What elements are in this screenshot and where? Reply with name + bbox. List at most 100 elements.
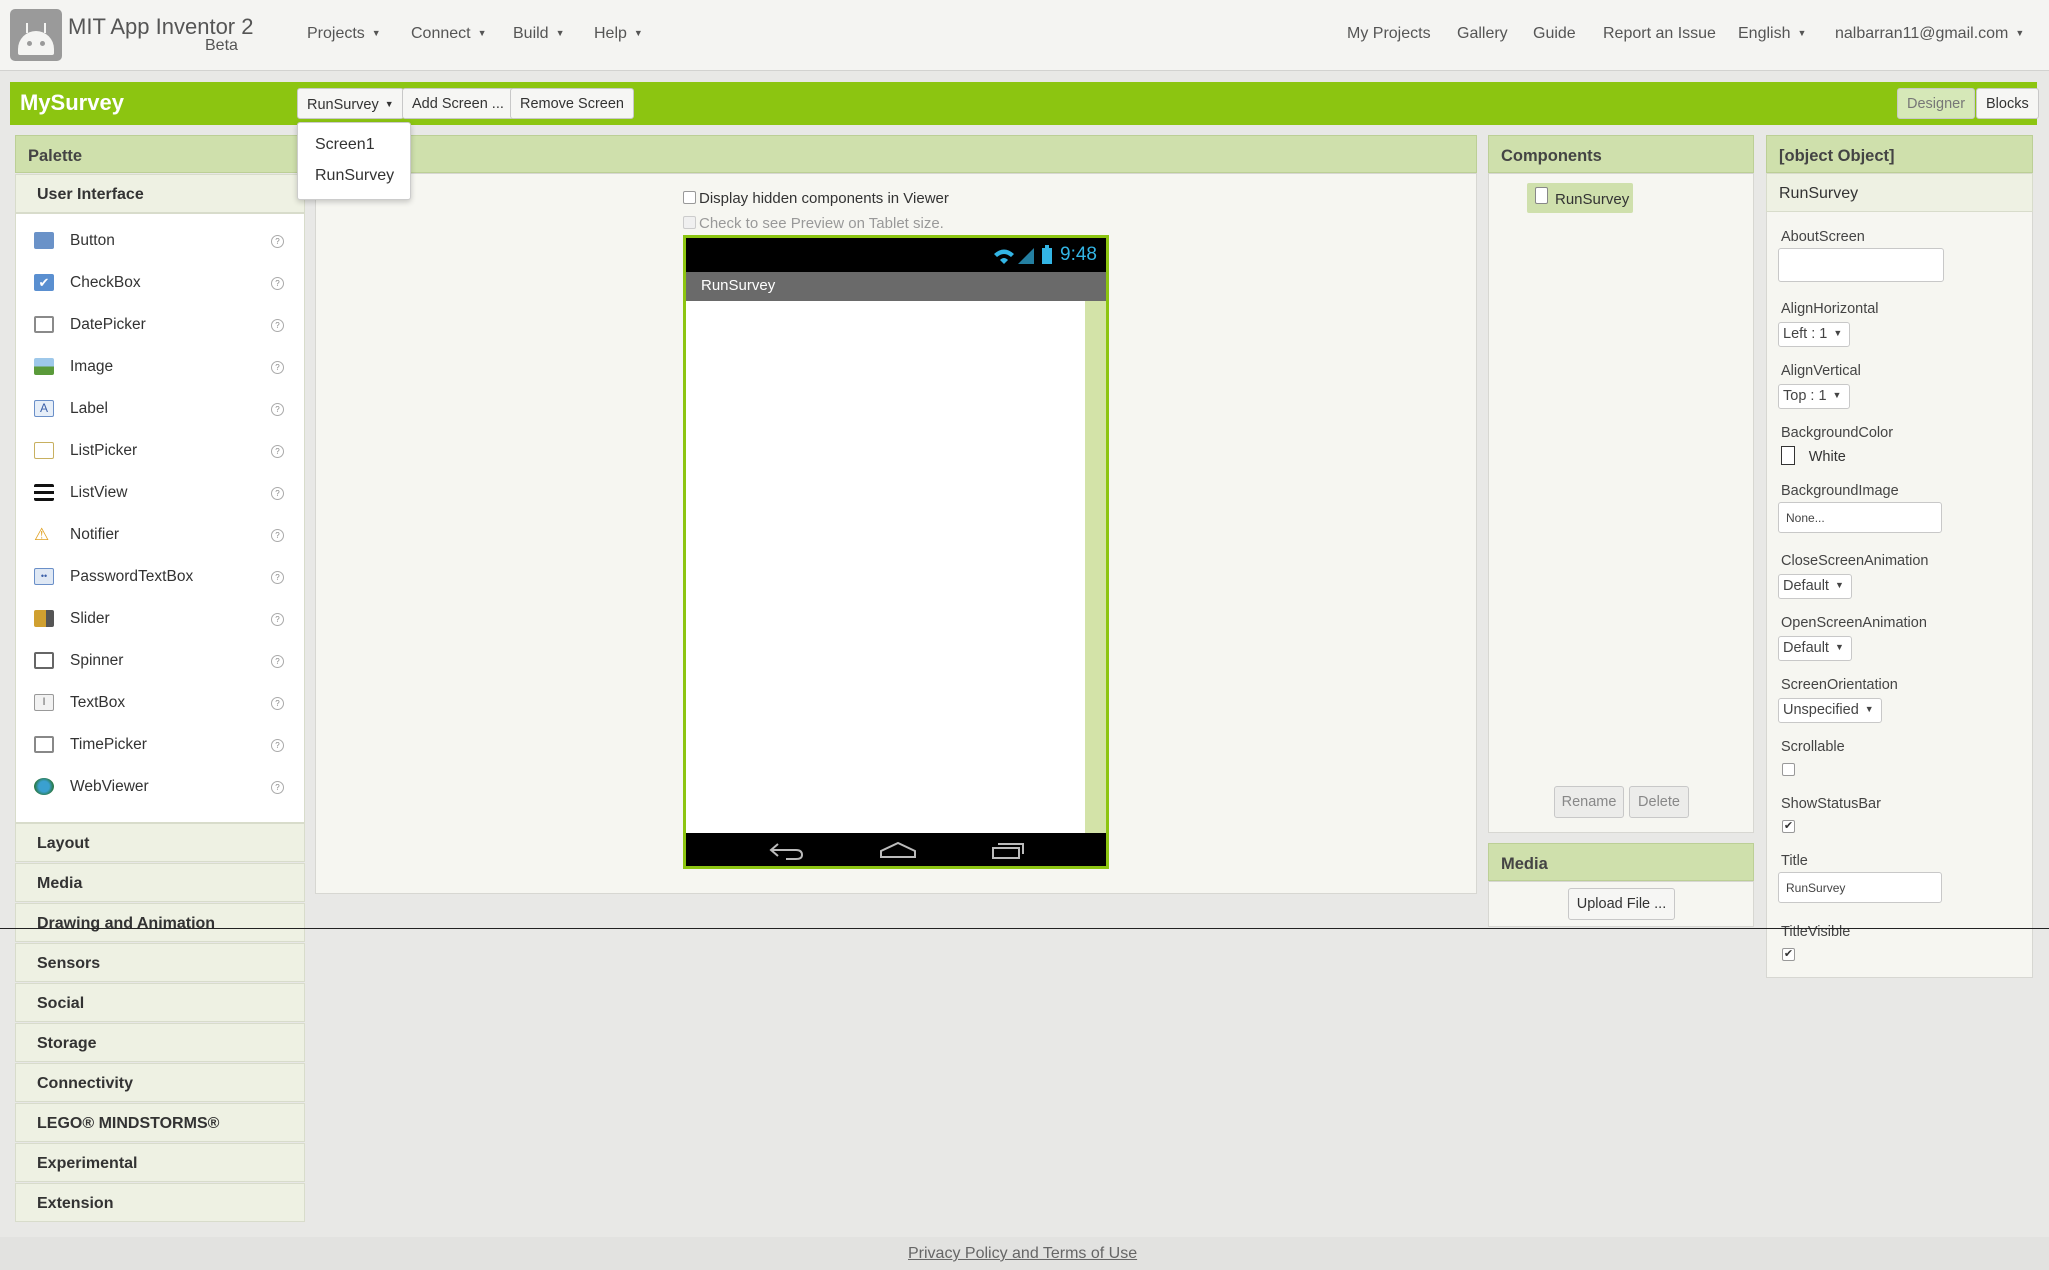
palette-item-passwordtextbox[interactable]: •• PasswordTextBox? — [16, 555, 302, 597]
menu-help[interactable]: Help ▼ — [594, 25, 643, 43]
help-icon[interactable]: ? — [271, 319, 284, 332]
palette-item-timepicker[interactable]: TimePicker? — [16, 723, 302, 765]
help-icon[interactable]: ? — [271, 361, 284, 374]
help-icon[interactable]: ? — [271, 277, 284, 290]
caret-down-icon: ▼ — [371, 28, 381, 38]
nav-my-projects[interactable]: My Projects — [1347, 25, 1431, 43]
openscreenanimation-select[interactable]: Default ▼ — [1778, 636, 1852, 661]
viewer-header — [315, 135, 1477, 173]
tablet-preview-checkbox[interactable] — [683, 216, 696, 229]
hidden-components-checkbox[interactable] — [683, 191, 696, 204]
privacy-policy-link[interactable]: Privacy Policy and Terms of Use — [908, 1245, 1137, 1263]
category-user-interface[interactable]: User Interface — [15, 174, 305, 213]
category-experimental[interactable]: Experimental — [15, 1143, 305, 1182]
help-icon[interactable]: ? — [271, 529, 284, 542]
help-icon[interactable]: ? — [271, 445, 284, 458]
palette-item-slider[interactable]: Slider? — [16, 597, 302, 639]
remove-screen-button[interactable]: Remove Screen — [510, 88, 634, 119]
caret-down-icon: ▼ — [1864, 704, 1874, 714]
help-icon[interactable]: ? — [271, 613, 284, 626]
palette-item-datepicker[interactable]: DatePicker? — [16, 303, 302, 345]
help-icon[interactable]: ? — [271, 655, 284, 668]
palette-item-notifier[interactable]: ⚠ Notifier? — [16, 513, 302, 555]
nav-gallery[interactable]: Gallery — [1457, 25, 1508, 43]
alignvertical-select[interactable]: Top : 1 ▼ — [1778, 384, 1850, 409]
palette-item-listview[interactable]: ListView? — [16, 471, 302, 513]
aboutscreen-textarea[interactable] — [1778, 248, 1944, 282]
help-icon[interactable]: ? — [271, 571, 284, 584]
delete-button[interactable]: Delete — [1629, 786, 1689, 818]
menu-build[interactable]: Build ▼ — [513, 25, 565, 43]
phone-scrollbar — [1085, 301, 1106, 833]
account-menu[interactable]: nalbarran11@gmail.com ▼ — [1835, 25, 2024, 43]
screenorientation-select[interactable]: Unspecified ▼ — [1778, 698, 1882, 723]
component-tree-item-runsurvey[interactable]: RunSurvey — [1527, 183, 1633, 213]
closescreenanimation-select[interactable]: Default ▼ — [1778, 574, 1852, 599]
prop-scrollable-label: Scrollable — [1781, 739, 1845, 755]
upload-file-button[interactable]: Upload File ... — [1568, 888, 1675, 920]
palette-item-image[interactable]: Image? — [16, 345, 302, 387]
showstatusbar-checkbox[interactable]: ✔ — [1782, 820, 1795, 833]
titlevisible-checkbox[interactable]: ✔ — [1782, 948, 1795, 961]
category-extension[interactable]: Extension — [15, 1183, 305, 1222]
designer-button[interactable]: Designer — [1897, 88, 1976, 119]
backgroundimage-picker[interactable]: None... — [1778, 502, 1942, 533]
app-inventor-logo-icon[interactable] — [10, 9, 62, 61]
caret-down-icon: ▼ — [1832, 390, 1842, 400]
project-name: MySurvey — [20, 90, 124, 115]
wifi-signal-icon — [994, 248, 1034, 264]
help-icon[interactable]: ? — [271, 487, 284, 500]
components-panel — [1488, 173, 1754, 833]
palette-item-label[interactable]: A Label? — [16, 387, 302, 429]
help-icon[interactable]: ? — [271, 781, 284, 794]
caret-down-icon: ▼ — [633, 28, 643, 38]
label-icon: A — [34, 400, 54, 417]
prop-aboutscreen-label: AboutScreen — [1781, 229, 1865, 245]
help-icon[interactable]: ? — [271, 739, 284, 752]
project-toolbar: MySurvey RunSurvey ▼ Add Screen ... Remov… — [10, 82, 2039, 125]
nav-guide[interactable]: Guide — [1533, 25, 1576, 43]
help-icon[interactable]: ? — [271, 235, 284, 248]
back-icon — [769, 843, 804, 860]
datepicker-icon — [34, 316, 54, 333]
help-icon[interactable]: ? — [271, 403, 284, 416]
nav-report-issue[interactable]: Report an Issue — [1603, 25, 1716, 43]
add-screen-button[interactable]: Add Screen ... — [402, 88, 514, 119]
palette-item-label: Slider — [70, 610, 110, 627]
palette-item-spinner[interactable]: Spinner? — [16, 639, 302, 681]
category-layout[interactable]: Layout — [15, 823, 305, 862]
caret-down-icon: ▼ — [384, 99, 394, 109]
rename-button[interactable]: Rename — [1554, 786, 1624, 818]
palette-item-textbox[interactable]: I TextBox? — [16, 681, 302, 723]
components-header: Components — [1488, 135, 1754, 173]
category-sensors[interactable]: Sensors — [15, 943, 305, 982]
phone-preview[interactable]: 9:48 RunSurvey — [683, 235, 1109, 869]
alignhorizontal-select[interactable]: Left : 1 ▼ — [1778, 322, 1850, 347]
palette-item-webviewer[interactable]: WebViewer? — [16, 765, 302, 807]
language-select[interactable]: English ▼ — [1738, 25, 1806, 43]
category-connectivity[interactable]: Connectivity — [15, 1063, 305, 1102]
prop-alignvertical-label: AlignVertical — [1781, 363, 1861, 379]
category-media[interactable]: Media — [15, 863, 305, 902]
title-textbox[interactable]: RunSurvey — [1778, 872, 1942, 903]
palette-item-button[interactable]: Button? — [16, 219, 302, 261]
palette-item-listpicker[interactable]: ListPicker? — [16, 429, 302, 471]
menu-connect[interactable]: Connect ▼ — [411, 25, 487, 43]
listpicker-icon — [34, 442, 54, 459]
menu-item-screen1[interactable]: Screen1 — [315, 136, 375, 154]
palette-item-checkbox[interactable]: ✔ CheckBox? — [16, 261, 302, 303]
backgroundcolor-picker[interactable]: White — [1781, 446, 1846, 466]
screen-select-button[interactable]: RunSurvey ▼ — [297, 88, 404, 119]
category-lego-mindstorms[interactable]: LEGO® MINDSTORMS® — [15, 1103, 305, 1142]
blocks-button[interactable]: Blocks — [1976, 88, 2039, 119]
menu-projects[interactable]: Projects ▼ — [307, 25, 381, 43]
notifier-icon: ⚠ — [34, 525, 50, 544]
category-drawing-and-animation[interactable]: Drawing and Animation — [15, 903, 305, 942]
category-storage[interactable]: Storage — [15, 1023, 305, 1062]
prop-backgroundimage-label: BackgroundImage — [1781, 483, 1899, 499]
scrollable-checkbox[interactable] — [1782, 763, 1795, 776]
menu-item-runsurvey[interactable]: RunSurvey — [315, 167, 394, 185]
category-social[interactable]: Social — [15, 983, 305, 1022]
screen-component-icon — [1535, 187, 1548, 204]
help-icon[interactable]: ? — [271, 697, 284, 710]
